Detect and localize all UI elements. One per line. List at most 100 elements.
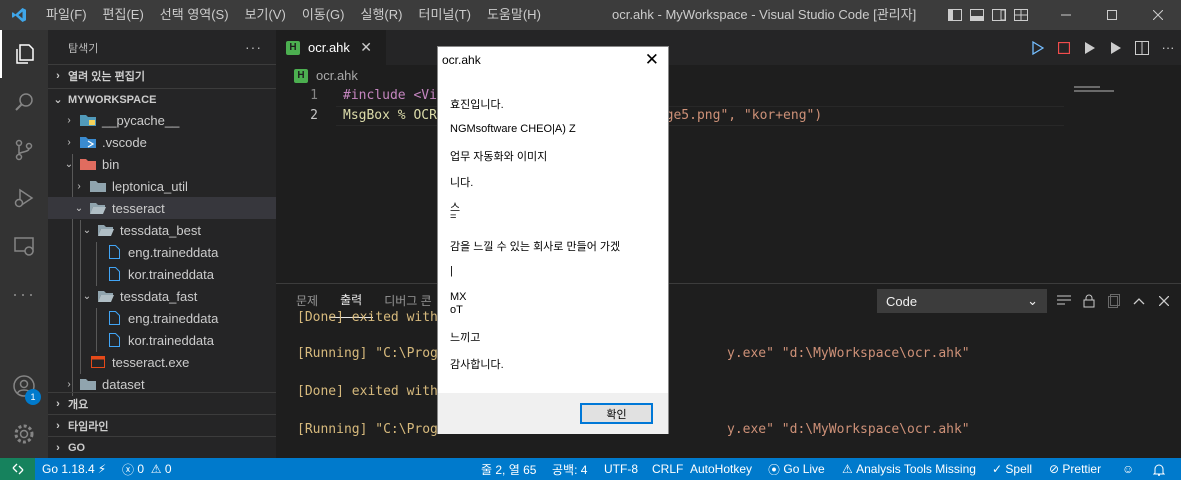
dialog-close-icon[interactable]: ✕	[645, 50, 659, 70]
menu-run[interactable]: 실행(R)	[353, 0, 411, 30]
lock-icon[interactable]	[1076, 289, 1101, 313]
language-mode[interactable]: AutoHotkey	[690, 458, 752, 480]
tree-item-tessdata-fast[interactable]: ⌄ tessdata_fast	[48, 285, 276, 307]
remote-explorer-icon[interactable]	[0, 222, 48, 270]
maximize-icon[interactable]	[1089, 0, 1135, 30]
close-window-icon[interactable]	[1135, 0, 1181, 30]
menu-selection[interactable]: 선택 영역(S)	[152, 0, 237, 30]
dialog-text-line: =	[450, 211, 457, 223]
source-control-icon[interactable]	[0, 126, 48, 174]
output-line-tail: y.exe" "d:\MyWorkspace\ocr.ahk"	[727, 346, 970, 361]
run-file-icon[interactable]	[1077, 41, 1103, 55]
prettier-disabled-icon: ⊘	[1049, 462, 1060, 476]
output-line: [Running] "C:\Progr	[297, 346, 446, 361]
split-editor-icon[interactable]	[1129, 40, 1155, 55]
minimize-icon[interactable]	[1043, 0, 1089, 30]
tree-item-file[interactable]: kor.traineddata	[48, 329, 276, 351]
stop-icon[interactable]	[1051, 41, 1077, 54]
explorer-more-icon[interactable]: ···	[245, 39, 262, 55]
feedback-icon[interactable]: ☺	[1122, 458, 1134, 480]
menu-help[interactable]: 도움말(H)	[479, 0, 549, 30]
dialog-text-line: 감을 느낄 수 있는 회사로 만들어 가겠	[450, 241, 621, 253]
dialog-text-line: MX	[450, 291, 467, 303]
tab-ocr-ahk[interactable]: H ocr.ahk ✕	[276, 30, 386, 65]
chevron-down-icon: ⌄	[64, 158, 74, 170]
tree-item-tessdata-best[interactable]: ⌄ tessdata_best	[48, 219, 276, 241]
spell-check[interactable]: ✓ Spell	[992, 458, 1032, 480]
tree-label: .vscode	[102, 134, 147, 150]
menu-go[interactable]: 이동(G)	[294, 0, 353, 30]
toggle-secondary-sidebar-icon[interactable]	[988, 0, 1010, 30]
msgbox-dialog: ocr.ahk ✕ 효진입니다. NGMsoftware CHEO|A) Z 업…	[437, 46, 669, 434]
tree-item-bin[interactable]: ⌄ bin	[48, 153, 276, 175]
error-icon: ⓧ	[122, 462, 135, 477]
tree-item-exe[interactable]: tesseract.exe	[48, 351, 276, 373]
cursor-position[interactable]: 줄 2, 열 65	[481, 458, 536, 480]
output-panel: 문제 출력 디버그 콘 Code ⌄ [Done] exited with [R…	[276, 283, 1181, 458]
customize-layout-icon[interactable]	[1010, 0, 1032, 30]
breadcrumb[interactable]: H ocr.ahk	[294, 68, 358, 83]
layout-controls	[944, 0, 1032, 30]
chevron-down-icon: ⌄	[53, 94, 63, 106]
encoding[interactable]: UTF-8	[604, 458, 638, 480]
timeline-label: 타임라인	[68, 420, 109, 433]
more-views-icon[interactable]: ···	[0, 270, 48, 318]
tree-item-file[interactable]: kor.traineddata	[48, 263, 276, 285]
toggle-sidebar-icon[interactable]	[944, 0, 966, 30]
manage-gear-icon[interactable]	[0, 410, 48, 458]
notifications-bell-icon[interactable]	[1153, 458, 1165, 480]
open-in-editor-icon[interactable]	[1101, 289, 1126, 313]
debug-run-icon[interactable]	[1103, 41, 1129, 55]
maximize-panel-icon[interactable]	[1126, 289, 1151, 313]
file-icon	[106, 267, 122, 281]
ahk-file-icon: H	[286, 40, 300, 55]
more-actions-icon[interactable]: ···	[1155, 40, 1181, 55]
outline-section[interactable]: › 개요	[48, 392, 276, 414]
go-live[interactable]: ⦿ Go Live	[768, 458, 825, 480]
toggle-panel-icon[interactable]	[966, 0, 988, 30]
chevron-right-icon: ›	[67, 114, 71, 126]
tab-label: ocr.ahk	[308, 40, 350, 55]
prettier[interactable]: ⊘ Prettier	[1049, 458, 1101, 480]
tree-item-pycache[interactable]: › __pycache__	[48, 109, 276, 131]
explorer-icon[interactable]	[0, 30, 48, 78]
file-icon	[106, 333, 122, 347]
analysis-tools[interactable]: ⚠ Analysis Tools Missing	[842, 458, 976, 480]
run-icon[interactable]	[1025, 40, 1051, 55]
timeline-section[interactable]: › 타임라인	[48, 414, 276, 436]
tree-item-file[interactable]: eng.traineddata	[48, 307, 276, 329]
problems-indicator[interactable]: ⓧ 0 ⚠ 0	[122, 458, 172, 480]
file-icon	[106, 245, 122, 259]
run-debug-icon[interactable]	[0, 174, 48, 222]
open-editors-section[interactable]: › 열려 있는 편집기	[48, 64, 276, 86]
tree-label: eng.traineddata	[128, 310, 219, 326]
tree-item-vscode[interactable]: › .vscode	[48, 131, 276, 153]
menu-file[interactable]: 파일(F)	[38, 0, 95, 30]
menu-terminal[interactable]: 터미널(T)	[410, 0, 478, 30]
chevron-down-icon: ⌄	[74, 202, 84, 214]
account-icon[interactable]: 1	[0, 362, 48, 410]
tree-item-tesseract[interactable]: ⌄ tesseract	[48, 197, 276, 219]
close-panel-icon[interactable]	[1151, 289, 1176, 313]
indentation[interactable]: 공백: 4	[552, 458, 587, 480]
output-line: [Done] exited with	[297, 384, 438, 399]
remote-indicator-icon[interactable]	[0, 458, 35, 480]
search-icon[interactable]	[0, 78, 48, 126]
tree-item-leptonica-util[interactable]: › leptonica_util	[48, 175, 276, 197]
tree-label: leptonica_util	[112, 178, 188, 194]
menu-edit[interactable]: 편집(E)	[95, 0, 152, 30]
dialog-footer: 확인	[438, 393, 668, 434]
tree-label: tesseract	[112, 200, 165, 216]
ok-button[interactable]: 확인	[580, 403, 653, 424]
window-title: ocr.ahk - MyWorkspace - Visual Studio Co…	[612, 7, 917, 22]
close-tab-icon[interactable]: ✕	[360, 39, 372, 56]
output-channel-select[interactable]: Code ⌄	[877, 289, 1047, 313]
workspace-section[interactable]: ⌄ MYWORKSPACE	[48, 88, 276, 110]
go-version[interactable]: Go 1.18.4 ⚡	[42, 458, 106, 480]
go-section[interactable]: › GO	[48, 436, 276, 458]
line-ending[interactable]: CRLF	[652, 458, 683, 480]
minimap[interactable]	[1074, 86, 1100, 88]
tree-item-file[interactable]: eng.traineddata	[48, 241, 276, 263]
menu-view[interactable]: 보기(V)	[237, 0, 294, 30]
clear-output-icon[interactable]	[1051, 289, 1076, 313]
